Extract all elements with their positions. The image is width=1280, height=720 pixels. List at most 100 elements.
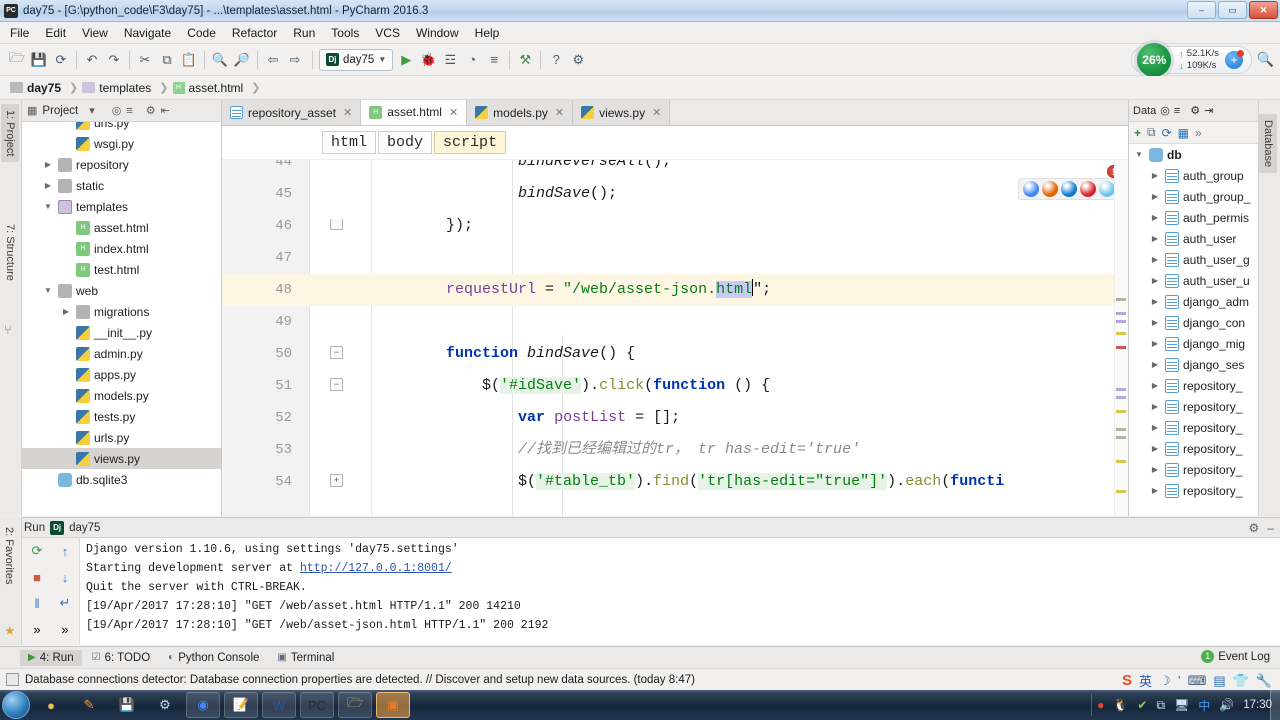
collapse-icon[interactable]: ≡ bbox=[1174, 105, 1180, 117]
tree-node[interactable]: wsgi.py bbox=[22, 133, 221, 154]
menu-item-run[interactable]: Run bbox=[285, 24, 323, 42]
tree-twisty[interactable]: ▶ bbox=[60, 307, 72, 316]
star-icon[interactable]: ★ bbox=[4, 623, 16, 639]
database-tree[interactable]: ▼ db ▶ auth_group ▶ auth_group_ ▶ auth_permis ▶ a… bbox=[1129, 144, 1258, 516]
tree-twisty[interactable]: ▶ bbox=[1149, 234, 1161, 243]
more-icon[interactable]: » bbox=[1195, 126, 1202, 140]
sync-icon[interactable]: ⟳ bbox=[50, 49, 72, 71]
hide-icon[interactable]: ⇥ bbox=[1204, 104, 1213, 117]
help-icon[interactable]: ? bbox=[545, 49, 567, 71]
tool-tab-4--run[interactable]: ▶ 4: Run bbox=[20, 649, 82, 666]
network-monitor-widget[interactable]: 26% ↑ 52.1K/s ↓ 109K/s + bbox=[1131, 41, 1252, 79]
tree-node[interactable]: ▶ static bbox=[22, 175, 221, 196]
marker-stripe[interactable] bbox=[1116, 428, 1126, 431]
comma-icon[interactable]: ’ bbox=[1178, 673, 1181, 688]
tray-share-icon[interactable]: ⧉ bbox=[1156, 698, 1165, 713]
console-icon[interactable]: ▦ bbox=[1178, 126, 1189, 140]
settings-icon[interactable]: ⚙ bbox=[567, 49, 589, 71]
tree-node[interactable]: Htest.html bbox=[22, 259, 221, 280]
run-configuration-selector[interactable]: Dj day75 ▼ bbox=[319, 48, 394, 71]
show-desktop-button[interactable] bbox=[1270, 690, 1280, 720]
tree-node[interactable]: ▼ templates bbox=[22, 196, 221, 217]
copy-icon[interactable]: ⧉ bbox=[1147, 125, 1156, 140]
tray-network-icon[interactable]: 🖥 bbox=[1174, 698, 1189, 712]
console-link[interactable]: http://127.0.0.1:8001/ bbox=[300, 562, 452, 575]
pause-icon[interactable]: ‖ bbox=[24, 590, 50, 616]
profile-icon[interactable]: ◔ bbox=[461, 49, 483, 71]
taskbar-tool-icon[interactable]: ⚙ bbox=[148, 692, 182, 718]
marker-stripe[interactable] bbox=[1116, 320, 1126, 323]
tray-qq-icon[interactable]: 🐧 bbox=[1113, 698, 1128, 712]
tree-node[interactable]: models.py bbox=[22, 385, 221, 406]
gear-icon[interactable]: ⚙ bbox=[1249, 521, 1260, 535]
breadcrumb-item-templates[interactable]: templates bbox=[80, 81, 157, 95]
marker-gutter[interactable] bbox=[1114, 160, 1128, 516]
taskbar-clock[interactable]: 17:30 bbox=[1243, 699, 1272, 711]
tree-node[interactable]: urls.py bbox=[22, 122, 221, 133]
tree-twisty[interactable]: ▶ bbox=[1149, 318, 1161, 327]
menu-item-code[interactable]: Code bbox=[179, 24, 224, 42]
menu-item-edit[interactable]: Edit bbox=[37, 24, 74, 42]
db-table-row[interactable]: ▶ auth_user_g bbox=[1129, 249, 1258, 270]
tree-twisty[interactable]: ▶ bbox=[1149, 402, 1161, 411]
menu-item-file[interactable]: File bbox=[2, 24, 37, 42]
refresh-icon[interactable]: ⟳ bbox=[1162, 126, 1172, 140]
tree-node[interactable]: ▼ web bbox=[22, 280, 221, 301]
undo-icon[interactable]: ↶ bbox=[81, 49, 103, 71]
menu-item-vcs[interactable]: VCS bbox=[367, 24, 408, 42]
opera-icon[interactable] bbox=[1080, 181, 1096, 197]
marker-stripe[interactable] bbox=[1116, 490, 1126, 493]
menu-item-view[interactable]: View bbox=[74, 24, 116, 42]
stop-icon[interactable]: ≡ bbox=[483, 49, 505, 71]
db-table-row[interactable]: ▶ auth_permis bbox=[1129, 207, 1258, 228]
editor-tab-views-py[interactable]: views.py ✕ bbox=[573, 100, 671, 125]
tree-twisty[interactable]: ▶ bbox=[1149, 171, 1161, 180]
tray-record-icon[interactable]: ● bbox=[1097, 698, 1104, 712]
down-icon[interactable]: ↓ bbox=[52, 564, 78, 590]
db-table-row[interactable]: ▶ repository_ bbox=[1129, 438, 1258, 459]
db-tree-root[interactable]: ▼ db bbox=[1129, 144, 1258, 165]
run-console-output[interactable]: Django version 1.10.6, using settings 'd… bbox=[80, 538, 1280, 645]
collapse-icon[interactable]: ≡ bbox=[126, 105, 132, 117]
keyboard-icon[interactable]: ⌨ bbox=[1188, 673, 1207, 689]
moon-icon[interactable]: ☽ bbox=[1159, 673, 1171, 689]
plus-icon[interactable]: + bbox=[1134, 126, 1141, 140]
editor-tab-asset-html[interactable]: Hasset.html ✕ bbox=[361, 100, 468, 125]
db-table-row[interactable]: ▶ repository_ bbox=[1129, 417, 1258, 438]
db-table-row[interactable]: ▶ repository_ bbox=[1129, 459, 1258, 480]
tree-twisty[interactable]: ▼ bbox=[42, 286, 54, 295]
tree-twisty[interactable]: ▶ bbox=[1149, 465, 1161, 474]
copy-icon[interactable]: ⧉ bbox=[156, 49, 178, 71]
target-icon[interactable]: ◎ bbox=[1160, 104, 1170, 117]
tool-tab-python-console[interactable]: ◐ Python Console bbox=[160, 650, 267, 666]
marker-stripe[interactable] bbox=[1116, 346, 1126, 349]
tree-twisty[interactable]: ▶ bbox=[1149, 276, 1161, 285]
menu-item-window[interactable]: Window bbox=[408, 24, 467, 42]
breadcrumb-item-asset-html[interactable]: Hasset.html bbox=[171, 81, 250, 95]
db-table-row[interactable]: ▶ django_adm bbox=[1129, 291, 1258, 312]
tree-node[interactable]: urls.py bbox=[22, 427, 221, 448]
up-icon[interactable]: ↑ bbox=[52, 538, 78, 564]
menu-item-refactor[interactable]: Refactor bbox=[224, 24, 285, 42]
tree-twisty[interactable]: ▶ bbox=[1149, 444, 1161, 453]
tree-node[interactable]: __init__.py bbox=[22, 322, 221, 343]
shirt-icon[interactable]: 👕 bbox=[1233, 673, 1249, 689]
tree-twisty[interactable]: ▶ bbox=[1149, 486, 1161, 495]
tray-security-icon[interactable]: ✔ bbox=[1137, 698, 1147, 712]
tool-tab-terminal[interactable]: ▣ Terminal bbox=[269, 650, 342, 666]
tree-twisty[interactable]: ▶ bbox=[1149, 297, 1161, 306]
marker-stripe[interactable] bbox=[1116, 460, 1126, 463]
save-all-icon[interactable]: 💾 bbox=[28, 49, 50, 71]
tool-strip-project[interactable]: 1: Project bbox=[1, 104, 19, 163]
taskbar-media-icon[interactable]: ● bbox=[34, 692, 68, 718]
find-icon[interactable]: 🔍 bbox=[209, 49, 231, 71]
stop-icon[interactable]: ■ bbox=[24, 564, 50, 590]
tree-node[interactable]: tests.py bbox=[22, 406, 221, 427]
project-file-tree[interactable]: urls.py wsgi.py ▶ repository ▶ static ▼ templat… bbox=[22, 122, 221, 516]
tree-node[interactable]: db.sqlite3 bbox=[22, 469, 221, 490]
db-table-row[interactable]: ▶ repository_ bbox=[1129, 375, 1258, 396]
tree-node[interactable]: Hindex.html bbox=[22, 238, 221, 259]
tree-node[interactable]: Hasset.html bbox=[22, 217, 221, 238]
tree-twisty[interactable]: ▶ bbox=[42, 181, 54, 190]
hide-icon[interactable]: – bbox=[1267, 521, 1274, 535]
